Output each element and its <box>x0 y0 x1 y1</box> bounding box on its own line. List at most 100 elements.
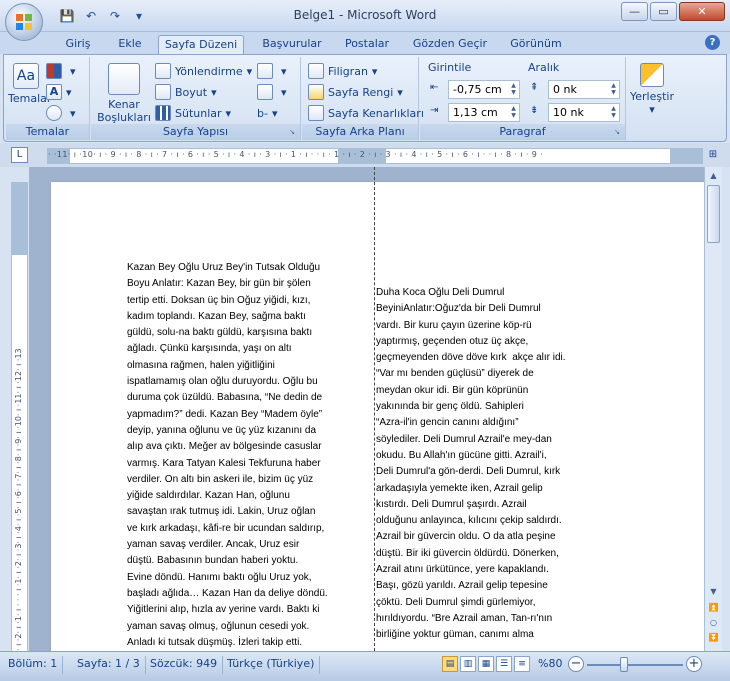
status-page[interactable]: Sayfa: 1 / 3 <box>72 656 146 674</box>
arrange-button[interactable]: Yerleştir ▾ <box>628 63 676 116</box>
text-line: ağladı. Çünkü karşısında, yaşı on altı <box>127 343 292 355</box>
text-line: Yiğitlerini alıp, hızla av yerine vardı.… <box>127 604 320 616</box>
spinner-icon[interactable]: ▲ ▼ <box>609 105 618 120</box>
previous-page-icon[interactable]: ⏫ <box>706 601 721 615</box>
page[interactable]: Kazan Bey Oğlu Uruz Bey'in Tutsak Olduğu… <box>51 182 704 651</box>
browse-object-icon[interactable]: ○ <box>706 616 721 630</box>
columns-icon <box>155 105 171 121</box>
status-language[interactable]: Türkçe (Türkiye) <box>222 656 321 674</box>
tab-gozden-gecir[interactable]: Gözden Geçir <box>408 35 492 54</box>
indent-left-field[interactable]: -0,75 cm ▲ ▼ <box>448 80 520 99</box>
text-line: olduğunu anlayınca, kılıcını çekip saldı… <box>376 515 562 527</box>
web-layout-icon[interactable]: ▦ <box>478 656 494 672</box>
zoom-out-icon[interactable]: − <box>568 656 584 672</box>
tab-sayfa-duzeni[interactable]: Sayfa Düzeni <box>158 35 244 54</box>
office-button[interactable] <box>5 3 43 41</box>
text-line: arkadaşıyla yemekte iken, Azrail gelip <box>376 482 543 494</box>
tab-ekle[interactable]: Ekle <box>108 35 152 54</box>
tab-giris[interactable]: Giriş <box>58 35 98 54</box>
text-line: Duha Koca Oğlu Deli Dumrul <box>376 287 505 298</box>
tab-basvurular[interactable]: Başvurular <box>255 35 329 54</box>
scroll-thumb[interactable] <box>707 185 720 243</box>
text-line: ispatlamamış olan oğlu duruyordu. Oğlu b… <box>127 376 318 388</box>
zoom-slider-thumb[interactable] <box>620 657 628 672</box>
zoom-in-icon[interactable]: + <box>686 656 702 672</box>
theme-colors-button[interactable]: ▾ <box>46 61 76 81</box>
breaks-button[interactable]: ▾ <box>257 61 287 81</box>
dialog-launcher-icon[interactable]: ↘ <box>287 128 297 137</box>
theme-effects-button[interactable]: ▾ <box>46 103 76 123</box>
text-line: Azrail bir güvercin oldu. O da atla peşi… <box>376 531 556 543</box>
spacing-before-field[interactable]: 0 nk ▲ ▼ <box>548 80 620 99</box>
text-line: geçmeyenden döve döve kırk akçe alır idi… <box>376 352 566 364</box>
text-line: Evine döndü. Hanımı baktı oğlu Uruz yok, <box>127 571 312 583</box>
draft-icon[interactable]: ≡ <box>514 656 530 672</box>
zoom-slider-track[interactable] <box>587 664 683 666</box>
hyphenation-button[interactable]: b‑ ▾ <box>257 103 277 123</box>
group-sayfa-yapisi: Kenar Boşlukları ▾ Yönlendirme▾ Boyut▾ S… <box>91 57 301 140</box>
text-line: alıp ava çıktı. Meğer av bölgesinde casu… <box>127 441 322 453</box>
text-line: tertip etti. Doksan üç bin Oğuz yiğidi, … <box>127 294 311 306</box>
watermark-button[interactable]: Filigran ▾ <box>308 61 377 81</box>
spinner-icon[interactable]: ▲ ▼ <box>609 82 618 97</box>
size-button[interactable]: Boyut ▾ <box>155 82 217 102</box>
text-line: ve kırk arkadaşı, kâfi-re bir ucundan sa… <box>127 522 325 534</box>
status-section[interactable]: Bölüm: 1 <box>3 656 64 674</box>
right-column[interactable]: Duha Koca Oğlu Deli Dumrul BeyiniAnlatır:… <box>376 285 566 644</box>
dialog-launcher-icon[interactable]: ↘ <box>612 128 622 137</box>
tab-gorunum[interactable]: Görünüm <box>503 35 569 54</box>
fonts-icon: A <box>46 84 62 100</box>
columns-button[interactable]: Sütunlar ▾ <box>155 103 231 123</box>
text-line: yaptırmış, geçenden otuz üç akçe, <box>376 335 529 347</box>
spacing-before-icon: ⇞ <box>530 82 539 93</box>
text-line: okudu. Bu Allah'ın gücüne gitti. Azrail'… <box>376 449 547 461</box>
text-line: Azrail atını ürkütünce, yere kapaklandı. <box>376 564 549 576</box>
hyphenation-icon: b‑ <box>257 106 268 120</box>
minimize-button[interactable]: — <box>621 2 648 21</box>
text-line: vardı. Bir kuru çayın üzerine köp-rü <box>376 319 532 331</box>
spacing-after-field[interactable]: 10 nk ▲ ▼ <box>548 103 620 122</box>
status-word-count[interactable]: Sözcük: 949 <box>145 656 224 674</box>
view-ruler-icon[interactable]: ⊞ <box>705 149 721 165</box>
text-line: duruma çok üzüldü. Babasına, “Ne dedin d… <box>127 392 323 404</box>
page-color-button[interactable]: Sayfa Rengi ▾ <box>308 82 403 102</box>
themes-button[interactable]: Aa Temalar <box>8 63 51 105</box>
next-page-icon[interactable]: ⏬ <box>706 631 721 645</box>
orientation-button[interactable]: Yönlendirme ▾ <box>155 61 252 81</box>
ruler-ticks: · ·11· ı ·10· ı · 9 · ı · 8 · ı · 7 · ı … <box>48 150 544 159</box>
document-area: Kazan Bey Oğlu Uruz Bey'in Tutsak Olduğu… <box>29 167 704 651</box>
scroll-up-icon[interactable]: ▲ <box>706 169 721 183</box>
line-numbers-icon <box>257 84 273 100</box>
text-line: Anladı ki tutsak düşmüş. İzleri takip et… <box>127 636 303 648</box>
horizontal-ruler[interactable]: · ·11· ı ·10· ı · 9 · ı · 8 · ı · 7 · ı … <box>47 148 703 164</box>
text-line: birliğine yoktur güman, canımı alma <box>376 629 534 641</box>
scroll-down-icon[interactable]: ▼ <box>706 585 721 599</box>
left-column[interactable]: Kazan Bey Oğlu Uruz Bey'in Tutsak Olduğu… <box>127 260 328 651</box>
outline-icon[interactable]: ☰ <box>496 656 512 672</box>
text-line: kıstırdı. Deli Dumrul şaşırdı. Azrail <box>376 498 527 510</box>
indent-right-field[interactable]: 1,13 cm ▲ ▼ <box>448 103 520 122</box>
close-button[interactable]: ✕ <box>679 2 725 21</box>
zoom-level[interactable]: %80 <box>538 657 562 670</box>
vertical-scrollbar[interactable]: ▲ ▼ ⏫ ○ ⏬ <box>704 167 722 651</box>
full-screen-reading-icon[interactable]: ▥ <box>460 656 476 672</box>
page-borders-button[interactable]: Sayfa Kenarlıkları <box>308 103 424 123</box>
group-label-paragraf: Paragraf <box>420 124 625 140</box>
effects-icon <box>46 105 62 121</box>
column-guide <box>374 167 375 651</box>
text-line: başladı ağlıda… Kazan Han da deliye dönd… <box>127 587 328 599</box>
group-label-sayfa-yapisi: Sayfa Yapısı <box>91 124 300 140</box>
vertical-ruler[interactable]: · ı ·2· ı ·1· ı · · · ı ·1· ı ·2· ı ·3· … <box>11 182 28 652</box>
help-icon[interactable]: ? <box>705 35 720 50</box>
maximize-button[interactable]: ▭ <box>650 2 677 21</box>
tab-selector[interactable]: L <box>11 147 28 163</box>
tab-postalar[interactable]: Postalar <box>338 35 396 54</box>
spinner-icon[interactable]: ▲ ▼ <box>509 105 518 120</box>
spinner-icon[interactable]: ▲ ▼ <box>509 82 518 97</box>
line-numbers-button[interactable]: ▾ <box>257 82 287 102</box>
text-line: kadım toplandı. Kazan Bey, sağma baktı <box>127 310 306 322</box>
theme-fonts-button[interactable]: A ▾ <box>46 82 72 102</box>
text-line: Boyu Anlatır: Kazan Bey, bir gün bir şöl… <box>127 278 311 290</box>
text-line: Kazan Bey Oğlu Uruz Bey'in Tutsak Olduğu <box>127 262 321 273</box>
print-layout-icon[interactable]: ▤ <box>442 656 458 672</box>
